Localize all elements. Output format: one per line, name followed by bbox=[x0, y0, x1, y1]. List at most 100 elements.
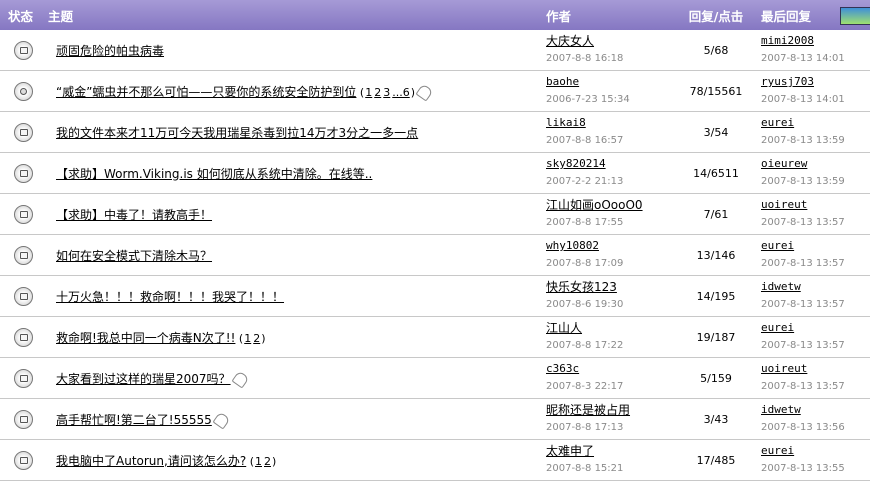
thread-title-link[interactable]: 顽固危险的帕虫病毒 bbox=[56, 44, 164, 58]
last-reply-user-link[interactable]: ryusj703 bbox=[761, 74, 870, 90]
page-link[interactable]: 1 bbox=[255, 455, 262, 468]
thread-topic: 我的文件本来才11万可今天我用瑞星杀毒到拉14万才3分之一多一点 bbox=[48, 111, 546, 153]
thread-replies: 5/68 bbox=[671, 30, 761, 71]
last-reply-user-link[interactable]: uoireut bbox=[761, 361, 870, 377]
author-link[interactable]: 江山人 bbox=[546, 320, 671, 336]
thread-title-link[interactable]: 【求助】中毒了！请教高手！ bbox=[56, 208, 212, 222]
thread-topic: 如何在安全模式下清除木马？ bbox=[48, 234, 546, 276]
thread-title-link[interactable]: 如何在安全模式下清除木马？ bbox=[56, 249, 212, 263]
paperclip-icon bbox=[212, 410, 231, 430]
hot-folder-icon bbox=[14, 81, 33, 101]
thread-row: 【求助】Worm.Viking.is 如何彻底从系统中清除。在线等.. sky82… bbox=[0, 152, 870, 194]
thread-row: 大家看到过这样的瑞星2007吗？ c363c 2007-8-3 22:17 5/159… bbox=[0, 357, 870, 399]
last-reply-user-link[interactable]: idwetw bbox=[761, 402, 870, 418]
author-link[interactable]: 太难申了 bbox=[546, 443, 671, 459]
thread-rows: 顽固危险的帕虫病毒 大庆女人 2007-8-8 16:18 5/68 mimi2008 2… bbox=[0, 30, 870, 481]
paperclip-icon bbox=[230, 369, 250, 389]
thread-author: 大庆女人 2007-8-8 16:18 bbox=[546, 30, 671, 71]
thread-title-link[interactable]: 十万火急！！！救命啊！！！我哭了！！！ bbox=[56, 290, 284, 304]
folder-icon bbox=[14, 368, 33, 388]
post-date: 2007-8-8 15:21 bbox=[546, 463, 624, 474]
thread-author: 昵称还是被占用 2007-8-8 17:13 bbox=[546, 398, 671, 440]
last-reply-user-link[interactable]: eurei bbox=[761, 443, 870, 459]
page-link[interactable]: ...6 bbox=[392, 86, 410, 99]
author-link[interactable]: why10802 bbox=[546, 238, 671, 254]
last-reply-date: 2007-8-13 14:01 bbox=[761, 94, 845, 105]
last-reply-user-link[interactable]: oieurew bbox=[761, 156, 870, 172]
thread-topic: 高手帮忙啊!第二台了!55555 bbox=[48, 398, 546, 440]
reply-view-count: 5/159 bbox=[700, 372, 732, 385]
thread-last-reply: idwetw 2007-8-13 13:57 bbox=[761, 275, 870, 317]
post-date: 2007-8-8 17:09 bbox=[546, 258, 624, 269]
folder-icon bbox=[14, 286, 33, 306]
thread-last-reply: oieurew 2007-8-13 13:59 bbox=[761, 152, 870, 194]
reply-view-count: 14/6511 bbox=[693, 167, 739, 180]
author-link[interactable]: baohe bbox=[546, 74, 671, 90]
thread-title-link[interactable]: “威金”蠕虫并不那么可怕——只要你的系统安全防护到位 bbox=[56, 85, 356, 99]
thread-row: 【求助】中毒了！请教高手！ 江山如画oOooO0 2007-8-8 17:55 7/6… bbox=[0, 193, 870, 235]
reply-view-count: 5/68 bbox=[703, 44, 729, 57]
post-date: 2007-8-8 16:57 bbox=[546, 135, 624, 146]
thread-author: why10802 2007-8-8 17:09 bbox=[546, 234, 671, 276]
author-link[interactable]: c363c bbox=[546, 361, 671, 377]
header-topic: 主题 bbox=[48, 8, 74, 24]
thread-status bbox=[0, 111, 48, 153]
last-reply-date: 2007-8-13 13:59 bbox=[761, 135, 845, 146]
page-link[interactable]: 3 bbox=[383, 86, 390, 99]
author-link[interactable]: 快乐女孩123 bbox=[546, 279, 671, 295]
last-reply-date: 2007-8-13 13:59 bbox=[761, 176, 845, 187]
thread-pages: (1 2) bbox=[246, 454, 277, 468]
post-date: 2007-2-2 21:13 bbox=[546, 176, 624, 187]
thread-author: sky820214 2007-2-2 21:13 bbox=[546, 152, 671, 194]
last-reply-date: 2007-8-13 14:01 bbox=[761, 53, 845, 64]
thread-status bbox=[0, 439, 48, 481]
thread-row: 顽固危险的帕虫病毒 大庆女人 2007-8-8 16:18 5/68 mimi2008 2… bbox=[0, 30, 870, 71]
reply-view-count: 7/61 bbox=[703, 208, 729, 221]
thread-status bbox=[0, 193, 48, 235]
thread-status bbox=[0, 70, 48, 112]
thread-replies: 14/195 bbox=[671, 275, 761, 317]
thread-title-link[interactable]: 救命啊!我总中同一个病毒N次了!! bbox=[56, 331, 235, 345]
last-reply-user-link[interactable]: eurei bbox=[761, 320, 870, 336]
thread-title-link[interactable]: 我电脑中了Autorun,请问该怎么办? bbox=[56, 454, 246, 468]
thread-topic: 大家看到过这样的瑞星2007吗？ bbox=[48, 357, 546, 399]
thread-title-link[interactable]: 【求助】Worm.Viking.is 如何彻底从系统中清除。在线等.. bbox=[56, 167, 372, 181]
thread-last-reply: uoireut 2007-8-13 13:57 bbox=[761, 357, 870, 399]
thread-pages: (1 2) bbox=[235, 331, 266, 345]
thread-title-link[interactable]: 高手帮忙啊!第二台了!55555 bbox=[56, 413, 212, 427]
page-link[interactable]: 1 bbox=[244, 332, 251, 345]
last-reply-user-link[interactable]: mimi2008 bbox=[761, 33, 870, 49]
thread-title-link[interactable]: 我的文件本来才11万可今天我用瑞星杀毒到拉14万才3分之一多一点 bbox=[56, 126, 418, 140]
post-date: 2006-7-23 15:34 bbox=[546, 94, 630, 105]
page-link[interactable]: 2 bbox=[253, 332, 260, 345]
folder-icon bbox=[14, 40, 33, 60]
page-link[interactable]: 2 bbox=[264, 455, 271, 468]
thread-title-link[interactable]: 大家看到过这样的瑞星2007吗？ bbox=[56, 372, 231, 386]
header-last-reply: 最后回复 bbox=[761, 0, 870, 30]
author-link[interactable]: 江山如画oOooO0 bbox=[546, 197, 671, 213]
reply-view-count: 17/485 bbox=[696, 454, 736, 467]
post-date: 2007-8-8 17:22 bbox=[546, 340, 624, 351]
author-link[interactable]: 昵称还是被占用 bbox=[546, 402, 671, 418]
last-reply-user-link[interactable]: eurei bbox=[761, 238, 870, 254]
header-status: 状态 bbox=[8, 8, 34, 24]
author-link[interactable]: likai8 bbox=[546, 115, 671, 131]
last-reply-user-link[interactable]: uoireut bbox=[761, 197, 870, 213]
last-reply-date: 2007-8-13 13:57 bbox=[761, 217, 845, 228]
thread-row: 高手帮忙啊!第二台了!55555 昵称还是被占用 2007-8-8 17:13 3/4… bbox=[0, 398, 870, 440]
author-link[interactable]: 大庆女人 bbox=[546, 33, 671, 49]
thread-pages: (1 2 3 ...6) bbox=[356, 85, 416, 99]
last-reply-user-link[interactable]: idwetw bbox=[761, 279, 870, 295]
post-date: 2007-8-3 22:17 bbox=[546, 381, 624, 392]
thread-replies: 17/485 bbox=[671, 439, 761, 481]
last-reply-user-link[interactable]: eurei bbox=[761, 115, 870, 131]
page-link[interactable]: 1 bbox=[365, 86, 372, 99]
thread-status bbox=[0, 30, 48, 71]
thread-status bbox=[0, 275, 48, 317]
author-link[interactable]: sky820214 bbox=[546, 156, 671, 172]
post-date: 2007-8-8 17:13 bbox=[546, 422, 624, 433]
post-date: 2007-8-8 17:55 bbox=[546, 217, 624, 228]
last-reply-date: 2007-8-13 13:57 bbox=[761, 340, 845, 351]
post-date: 2007-8-6 19:30 bbox=[546, 299, 624, 310]
page-link[interactable]: 2 bbox=[374, 86, 381, 99]
